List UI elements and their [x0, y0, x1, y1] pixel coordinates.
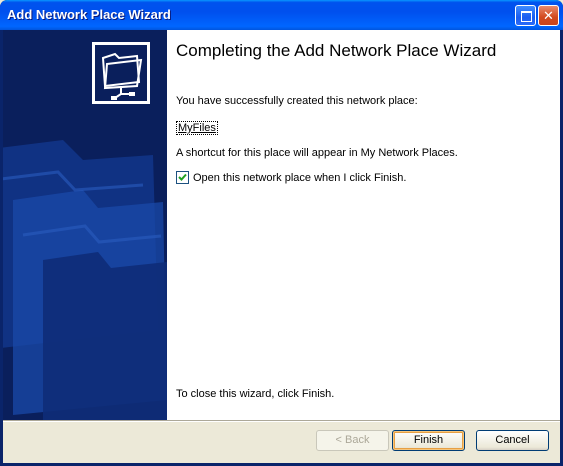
button-separator: [3, 420, 560, 422]
wizard-client-area: Completing the Add Network Place Wizard …: [3, 30, 560, 463]
checkmark-icon: [178, 173, 187, 181]
restore-button[interactable]: [515, 5, 536, 26]
close-instruction-text: To close this wizard, click Finish.: [176, 388, 335, 400]
close-icon: ✕: [543, 8, 554, 23]
wizard-window: Add Network Place Wizard ✕ Completing th…: [0, 0, 563, 466]
close-button[interactable]: ✕: [538, 5, 559, 26]
wizard-heading: Completing the Add Network Place Wizard: [176, 41, 497, 60]
window-title: Add Network Place Wizard: [7, 7, 171, 22]
title-bar[interactable]: Add Network Place Wizard ✕: [0, 0, 563, 30]
cancel-button[interactable]: Cancel: [476, 430, 549, 451]
back-button[interactable]: < Back: [316, 430, 389, 451]
shortcut-text: A shortcut for this place will appear in…: [176, 147, 458, 159]
open-place-checkbox-row[interactable]: Open this network place when I click Fin…: [176, 171, 406, 184]
folder-watermark-graphic: [3, 42, 167, 420]
finish-button[interactable]: Finish: [392, 430, 465, 451]
wizard-content: Completing the Add Network Place Wizard …: [167, 30, 560, 420]
restore-icon: [521, 11, 532, 22]
open-place-checkbox[interactable]: [176, 171, 189, 184]
network-place-link[interactable]: MyFiles: [176, 121, 218, 135]
success-text: You have successfully created this netwo…: [176, 95, 418, 107]
wizard-side-graphic: [3, 30, 167, 420]
open-place-checkbox-label[interactable]: Open this network place when I click Fin…: [193, 172, 406, 184]
